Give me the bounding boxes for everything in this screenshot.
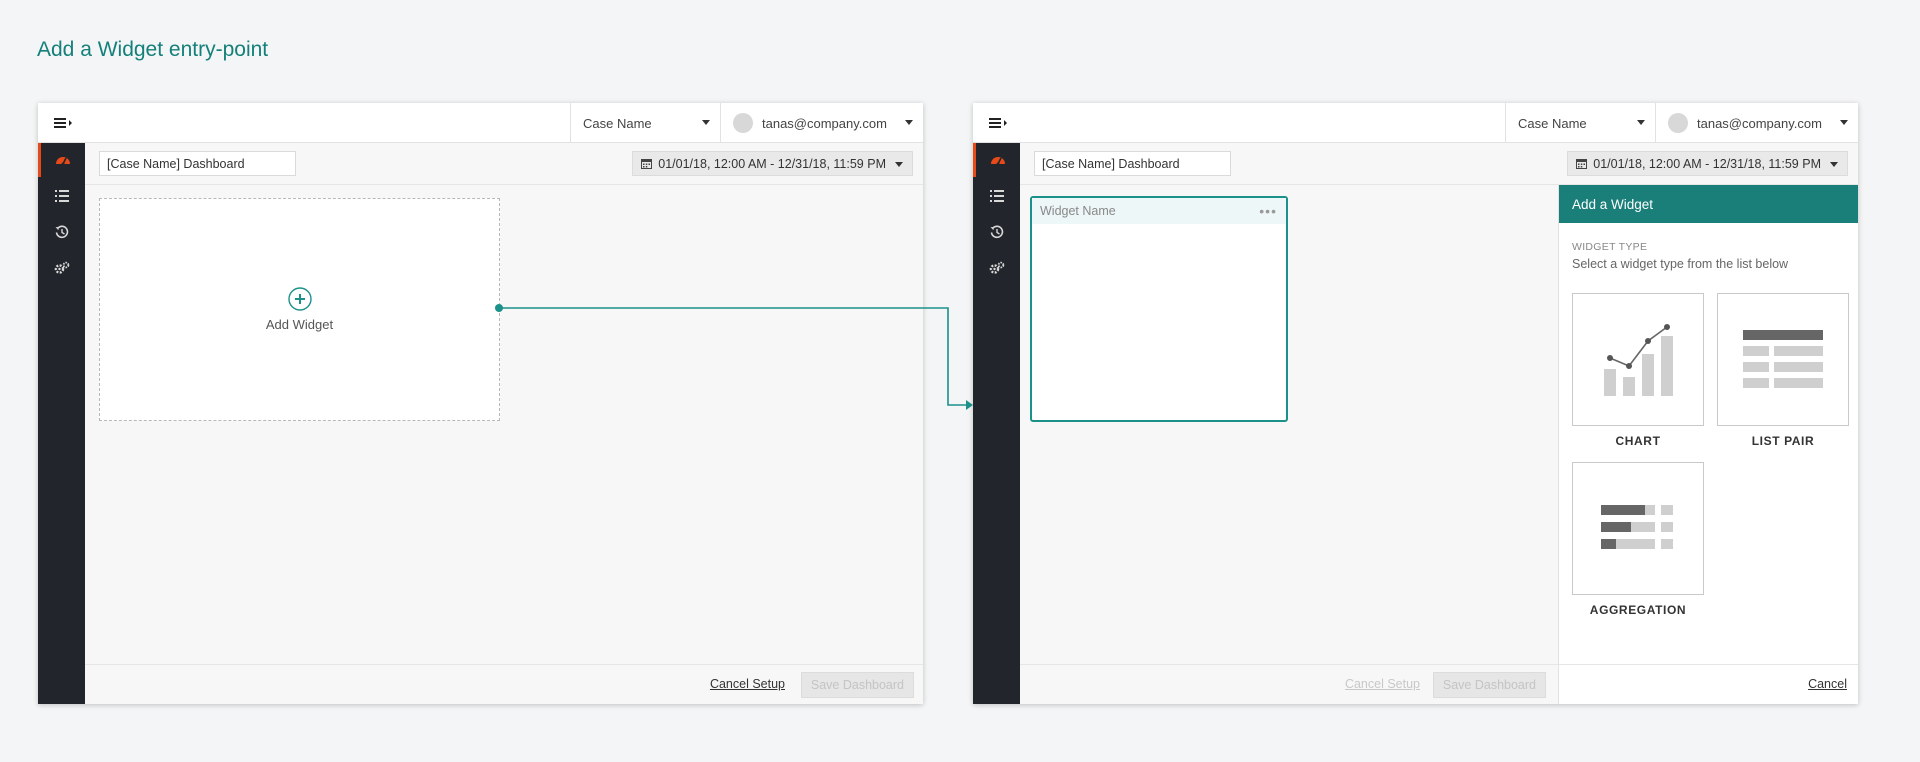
dashboard-name-input[interactable] [99,151,296,176]
history-icon [55,225,68,239]
dashboard-toolbar: 01/01/18, 12:00 AM - 12/31/18, 11:59 PM [1020,143,1858,185]
arrow-head-icon [966,400,973,410]
sidebar-item-list[interactable] [973,179,1020,213]
hamburger-icon [989,118,1007,128]
widget-name: Widget Name [1040,204,1116,218]
more-options-icon[interactable]: ••• [1259,203,1277,219]
page-title: Add a Widget entry-point [37,38,269,61]
user-email: tanas@company.com [762,115,887,131]
chevron-down-icon [702,120,710,125]
chevron-down-icon [1637,120,1645,125]
right-screen: Case Name tanas@company.com 01/01/18, 12… [973,103,1858,704]
panel-footer: Cancel [1559,664,1858,704]
widget-type-aggregation[interactable] [1572,462,1704,595]
menu-toggle-button[interactable] [989,114,1011,132]
top-bar: Case Name tanas@company.com [38,103,923,143]
add-widget-button[interactable]: Add Widget [99,198,500,421]
sidebar-item-dashboard[interactable] [38,143,85,177]
chevron-down-icon [895,162,903,167]
chart-icon [1604,324,1673,396]
sidebar-item-list[interactable] [38,179,85,213]
dashboard-footer: Cancel Setup Save Dashboard [1020,664,1558,704]
cancel-setup-button[interactable]: Cancel Setup [1345,677,1420,691]
aggregation-icon [1601,505,1673,549]
dashboard-footer: Cancel Setup Save Dashboard [85,664,923,704]
widget-type-description: Select a widget type from the list below [1572,257,1789,271]
list-icon [54,190,69,202]
sidebar-item-dashboard[interactable] [973,143,1020,177]
widget-type-list-pair[interactable] [1717,293,1849,426]
widget-type-aggregation-label: AGGREGATION [1589,603,1687,617]
list-pair-icon [1743,330,1823,388]
case-select-value: Case Name [1518,115,1587,131]
chevron-down-icon [1840,120,1848,125]
date-range-picker[interactable]: 01/01/18, 12:00 AM - 12/31/18, 11:59 PM [1567,151,1848,176]
dashboard-icon [56,157,70,166]
avatar [1668,113,1688,133]
widget-type-label: WIDGET TYPE [1572,241,1648,253]
sidebar-item-settings[interactable] [38,251,85,285]
widget-type-chart[interactable] [1572,293,1704,426]
menu-toggle-button[interactable] [54,114,76,132]
widget-card[interactable]: Widget Name ••• [1030,196,1288,422]
case-select[interactable]: Case Name [570,103,720,143]
dashboard-toolbar: 01/01/18, 12:00 AM - 12/31/18, 11:59 PM [85,143,923,185]
avatar [733,113,753,133]
sidebar [973,143,1020,704]
cancel-setup-button[interactable]: Cancel Setup [710,677,785,691]
add-widget-panel: Add a Widget WIDGET TYPE Select a widget… [1558,185,1858,704]
widget-type-list-pair-label: LIST PAIR [1751,434,1815,448]
date-range-value: 01/01/18, 12:00 AM - 12/31/18, 11:59 PM [658,156,886,171]
cancel-button[interactable]: Cancel [1808,677,1847,691]
history-icon [990,225,1003,239]
settings-icon [989,261,1004,274]
hamburger-icon [54,118,72,128]
sidebar-item-history[interactable] [38,215,85,249]
panel-title: Add a Widget [1559,185,1858,223]
chevron-down-icon [905,120,913,125]
case-select-value: Case Name [583,115,652,131]
settings-icon [54,261,69,274]
sidebar-item-history[interactable] [973,215,1020,249]
widget-type-chart-label: CHART [1615,434,1661,448]
date-range-value: 01/01/18, 12:00 AM - 12/31/18, 11:59 PM [1593,156,1821,171]
calendar-icon [1576,159,1588,169]
save-dashboard-button[interactable]: Save Dashboard [800,672,914,698]
add-circle-icon [287,287,312,311]
save-dashboard-button[interactable]: Save Dashboard [1432,672,1546,698]
add-widget-label: Add Widget [265,317,334,332]
widget-header: Widget Name [1032,198,1286,224]
dashboard-name-input[interactable] [1034,151,1231,176]
case-select[interactable]: Case Name [1505,103,1655,143]
dashboard-icon [991,157,1005,166]
left-screen: Case Name tanas@company.com 01/01/18, 12… [38,103,923,704]
top-bar: Case Name tanas@company.com [973,103,1858,143]
date-range-picker[interactable]: 01/01/18, 12:00 AM - 12/31/18, 11:59 PM [632,151,913,176]
user-menu[interactable]: tanas@company.com [720,103,923,143]
user-menu[interactable]: tanas@company.com [1655,103,1858,143]
list-icon [989,190,1004,202]
user-email: tanas@company.com [1697,115,1822,131]
sidebar [38,143,85,704]
calendar-icon [641,159,653,169]
sidebar-item-settings[interactable] [973,251,1020,285]
chevron-down-icon [1830,162,1838,167]
